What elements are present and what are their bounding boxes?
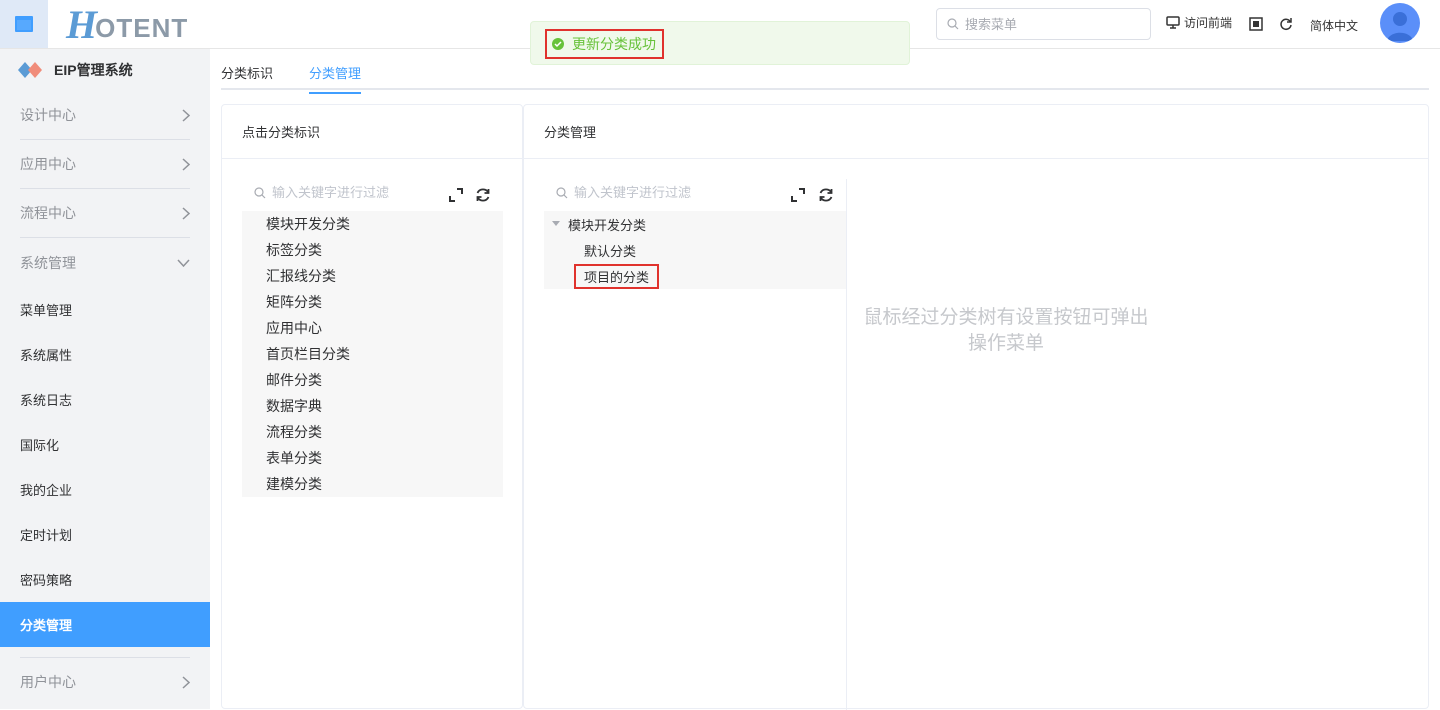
search-icon [947,18,959,30]
tab-category-identifier[interactable]: 分类标识 [221,63,273,92]
window-icon [15,16,33,32]
visit-frontend-label: 访问前端 [1184,16,1233,30]
tree-node[interactable]: 汇报线分类 [242,263,503,289]
tree-node-default[interactable]: 默认分类 [544,237,846,263]
language-switch[interactable]: 简体中文 [1310,17,1358,34]
chevron-right-icon [182,206,190,220]
tree-node[interactable]: 首页栏目分类 [242,341,503,367]
sidebar-item-my-enterprise[interactable]: 我的企业 [0,467,210,512]
panel-title: 点击分类标识 [222,105,522,159]
tree-node-label: 模块开发分类 [568,217,647,233]
sidebar-group-process[interactable]: 流程中心 [20,189,190,238]
hint-line: 操作菜单 [967,333,1044,354]
refresh-icon [1280,18,1292,31]
menu-search-box[interactable] [936,8,1151,40]
hotent-logo: H OTENT [66,2,189,47]
language-label: 简体中文 [1310,19,1359,33]
sidebar-group-label: 流程中心 [20,205,76,221]
sidebar-item-scheduled-plan[interactable]: 定时计划 [0,512,210,557]
menu-search-input[interactable] [965,16,1135,32]
left-filter-box[interactable] [254,185,452,200]
expand-icon [449,188,463,202]
fullscreen-button[interactable] [1249,17,1263,31]
tree-node-root[interactable]: 模块开发分类 [544,211,846,237]
refresh-button[interactable] [1279,17,1293,31]
sidebar-item-i18n[interactable]: 国际化 [0,422,210,467]
refresh-icon [476,188,490,202]
sidebar-group-user[interactable]: 用户中心 [20,657,190,706]
expand-button[interactable] [447,186,465,204]
tree-node-label-highlighted: 项目的分类 [574,263,660,289]
monitor-icon [1166,16,1180,29]
panel-title: 分类管理 [524,105,1428,159]
visit-frontend-button[interactable]: 访问前端 [1166,14,1232,31]
chevron-right-icon [182,108,190,122]
sidebar-group-label: 应用中心 [20,156,76,172]
logo-text: OTENT [95,12,189,43]
tree-node[interactable]: 应用中心 [242,315,503,341]
sidebar-item-menu-management[interactable]: 菜单管理 [0,287,210,332]
right-filter-box[interactable] [556,185,754,200]
system-title: EIP管理系统 [0,49,210,91]
sidebar-group-system[interactable]: 系统管理 [20,238,190,287]
panel-divider [846,179,847,710]
search-icon [254,186,266,198]
category-identifier-panel: 点击分类标识 模块开发分类 标签分类 汇报线分类 矩阵分类 应用中心 首页栏目分… [221,104,523,709]
tree-node[interactable]: 建模分类 [242,471,503,497]
reload-button[interactable] [474,186,492,204]
tree-node[interactable]: 数据字典 [242,393,503,419]
chevron-right-icon [182,157,190,171]
sidebar-group-label: 系统管理 [20,254,76,271]
tree-node[interactable]: 矩阵分类 [242,289,503,315]
sidebar-group-label: 用户中心 [20,674,76,690]
tree-node[interactable]: 邮件分类 [242,367,503,393]
left-filter-input[interactable] [272,185,452,200]
sidebar-group-label: 设计中心 [20,107,76,123]
tree-node[interactable]: 流程分类 [242,419,503,445]
tree-node-project[interactable]: 项目的分类 [544,263,846,289]
system-title-text: EIP管理系统 [54,62,133,78]
tree-node[interactable]: 模块开发分类 [242,211,503,237]
right-filter-input[interactable] [574,185,754,200]
sidebar-item-system-log[interactable]: 系统日志 [0,377,210,422]
menu-toggle-button[interactable] [0,0,48,48]
sidebar: EIP管理系统 设计中心 应用中心 流程中心 系统管理 菜单管理 系统属性 系统… [0,49,210,709]
sidebar-item-category-management[interactable]: 分类管理 [0,602,210,647]
diamond-logo-icon [18,62,42,78]
hint-line: 鼠标经过分类树有设置按钮可弹出 [863,307,1149,328]
tree-node-label: 默认分类 [584,243,637,259]
user-avatar[interactable] [1380,3,1420,43]
caret-down-icon [552,221,560,226]
hint-text: 鼠标经过分类树有设置按钮可弹出 操作菜单 [856,305,1156,357]
chevron-right-icon [182,675,190,689]
tree-node[interactable]: 标签分类 [242,237,503,263]
fullscreen-icon [1249,17,1263,31]
search-icon [556,186,568,198]
category-management-panel: 分类管理 模块开发分类 默认分类 项目的分类 [523,104,1429,710]
reload-button[interactable] [817,186,835,204]
expand-icon [791,188,805,202]
expand-button[interactable] [789,186,807,204]
category-identifier-tree: 模块开发分类 标签分类 汇报线分类 矩阵分类 应用中心 首页栏目分类 邮件分类 … [242,211,503,497]
chevron-down-icon [177,258,190,267]
tree-node[interactable]: 表单分类 [242,445,503,471]
logo-letter: H [66,1,97,47]
sidebar-item-password-policy[interactable]: 密码策略 [0,557,210,602]
sidebar-item-system-properties[interactable]: 系统属性 [0,332,210,377]
tab-category-management[interactable]: 分类管理 [309,63,362,94]
refresh-icon [819,188,833,202]
tab-bar: 分类标识 分类管理 [221,49,1429,94]
sidebar-group-application[interactable]: 应用中心 [20,140,190,189]
sidebar-group-design[interactable]: 设计中心 [20,91,190,140]
category-tree: 模块开发分类 默认分类 项目的分类 [544,211,846,289]
user-icon [1387,12,1413,41]
